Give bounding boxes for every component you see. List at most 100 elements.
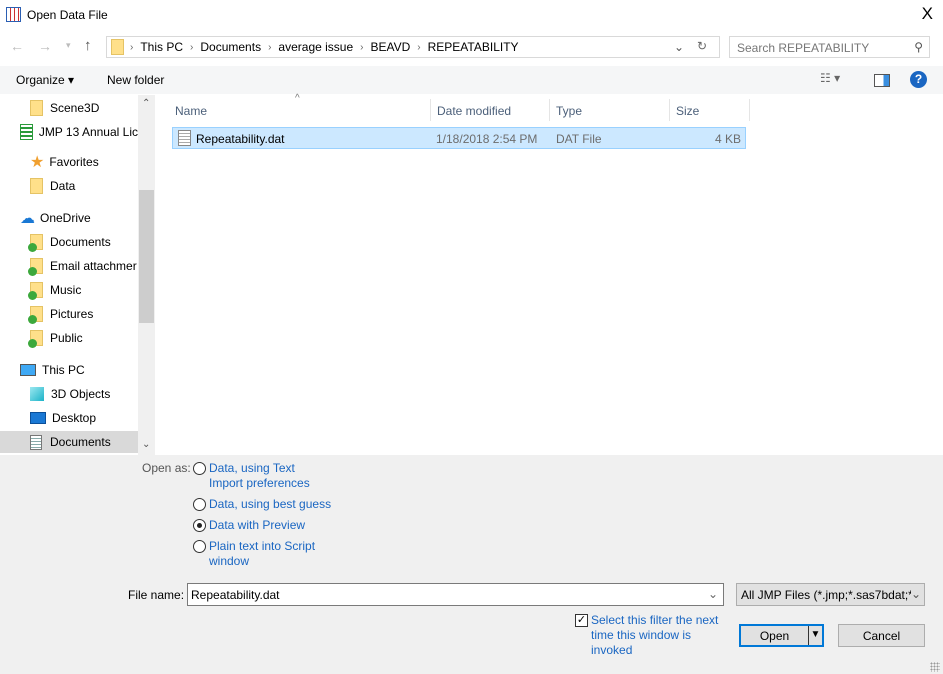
nav-item-label: Favorites	[49, 155, 99, 169]
nav-item-label: Email attachmer	[50, 259, 137, 273]
file-name: Repeatability.dat	[196, 132, 285, 146]
synced-folder-icon	[28, 306, 43, 324]
open-as-option[interactable]: Data, using Text Import preferences	[193, 461, 310, 491]
folder-icon	[111, 39, 124, 55]
option-line-1: Data with Preview	[209, 518, 306, 532]
nav-item-label: OneDrive	[40, 211, 91, 225]
nav-item[interactable]: JMP 13 Annual Lic	[0, 121, 138, 143]
open-as-option[interactable]: Data with Preview	[193, 518, 305, 533]
search-icon: ⚲	[914, 40, 923, 54]
cancel-button[interactable]: Cancel	[838, 624, 925, 647]
nav-item[interactable]: Data	[0, 175, 138, 197]
synced-folder-icon	[28, 258, 43, 276]
nav-item[interactable]: This PC	[0, 359, 138, 381]
preview-pane-icon[interactable]	[874, 74, 890, 87]
view-options-icon[interactable]: ☷ ▾	[820, 71, 840, 85]
onedrive-icon: ☁	[20, 210, 35, 227]
chevron-down-icon[interactable]: ⌄	[674, 40, 684, 54]
nav-item[interactable]: Public	[0, 327, 138, 349]
title-bar: Open Data File X	[0, 0, 943, 30]
remember-line-1: Select this filter the next	[591, 613, 719, 627]
breadcrumb-this-pc[interactable]: This PC	[140, 40, 183, 54]
open-dropdown-icon[interactable]: ▼	[808, 626, 822, 645]
breadcrumb-beavd[interactable]: BEAVD	[370, 40, 410, 54]
nav-item[interactable]: Scene3D	[0, 97, 138, 119]
nav-item[interactable]: Email attachmer	[0, 255, 138, 277]
column-name[interactable]: Name	[169, 99, 431, 121]
synced-folder-icon	[28, 234, 43, 252]
nav-item-label: Public	[50, 331, 83, 345]
radio-button[interactable]	[193, 462, 206, 475]
nav-item-label: 3D Objects	[51, 387, 111, 401]
option-line-2: Import preferences	[209, 476, 310, 490]
radio-button[interactable]	[193, 498, 206, 511]
chevron-down-icon: ⌄	[910, 587, 921, 601]
nav-item-label: JMP 13 Annual Lic	[38, 125, 138, 139]
file-name-value: Repeatability.dat	[191, 588, 280, 602]
search-input[interactable]: Search REPEATABILITY ⚲	[729, 36, 930, 58]
open-as-option[interactable]: Data, using best guess	[193, 497, 331, 512]
3d-objects-icon	[30, 387, 44, 401]
new-folder-button[interactable]: New folder	[107, 73, 164, 87]
remember-line-2: time this window is	[591, 628, 692, 642]
radio-button[interactable]	[193, 519, 206, 532]
column-size[interactable]: Size	[670, 99, 750, 121]
breadcrumb-average-issue[interactable]: average issue	[278, 40, 353, 54]
column-date-modified[interactable]: Date modified	[431, 99, 550, 121]
option-line-1: Data, using best guess	[209, 497, 332, 511]
nav-item[interactable]: Documents	[0, 231, 138, 253]
toolbar: Organize ▾ New folder ☷ ▾ ?	[0, 66, 943, 94]
scroll-down-icon[interactable]: ⌄	[142, 439, 150, 450]
help-icon[interactable]: ?	[910, 71, 927, 88]
remember-filter-checkbox[interactable]: ✓	[575, 614, 588, 627]
recent-dropdown[interactable]: ▾	[66, 40, 71, 51]
desktop-icon	[30, 412, 46, 424]
scroll-up-icon[interactable]: ⌃	[142, 98, 150, 109]
file-type-filter[interactable]: All JMP Files (*.jmp;*.sas7bdat;* ⌄	[736, 583, 925, 606]
file-row[interactable]: Repeatability.dat 1/18/2018 2:54 PM DAT …	[172, 127, 746, 149]
nav-item[interactable]: Music	[0, 279, 138, 301]
up-button[interactable]: ↑	[84, 37, 92, 54]
close-button[interactable]: X	[922, 4, 933, 24]
documents-icon	[30, 434, 42, 450]
organize-button[interactable]: Organize ▾	[16, 73, 74, 87]
forward-button[interactable]: →	[38, 38, 52, 54]
file-name-input[interactable]: Repeatability.dat ⌄	[187, 583, 724, 606]
remember-filter-label[interactable]: Select this filter the next time this wi…	[591, 613, 718, 658]
file-type-value: All JMP Files (*.jmp;*.sas7bdat;*	[741, 588, 913, 602]
nav-item[interactable]: 3D Objects	[0, 383, 138, 405]
back-button[interactable]: ←	[10, 38, 24, 54]
breadcrumb-documents[interactable]: Documents	[200, 40, 261, 54]
remember-line-3: invoked	[591, 643, 633, 657]
nav-item-label: Data	[50, 179, 76, 193]
nav-item[interactable]: ☁ OneDrive	[0, 207, 138, 229]
nav-item[interactable]: Pictures	[0, 303, 138, 325]
nav-item[interactable]: Documents	[0, 431, 138, 453]
nav-scroll-thumb[interactable]	[139, 190, 154, 323]
nav-item-label: This PC	[42, 363, 85, 377]
file-name-label: File name:	[128, 588, 185, 602]
open-button[interactable]: Open ▼	[739, 624, 824, 647]
radio-button[interactable]	[193, 540, 206, 553]
option-line-2: window	[209, 554, 250, 568]
synced-folder-icon	[28, 330, 43, 348]
folder-icon	[30, 178, 43, 194]
nav-item-label: Documents	[50, 435, 111, 449]
nav-item-label: Desktop	[52, 411, 97, 425]
refresh-button[interactable]: ↻	[697, 39, 707, 53]
synced-folder-icon	[28, 282, 43, 300]
column-type[interactable]: Type	[550, 99, 670, 121]
address-bar[interactable]: › This PC › Documents › average issue › BEAV…	[106, 36, 720, 58]
nav-item-label: Pictures	[50, 307, 94, 321]
open-as-option[interactable]: Plain text into Script window	[193, 539, 315, 569]
nav-item[interactable]: ★ Favorites	[0, 151, 138, 173]
search-placeholder: Search REPEATABILITY	[737, 41, 870, 55]
navigation-pane: Scene3D JMP 13 Annual Lic ★ Favorites Data ☁ O…	[0, 95, 155, 455]
star-icon: ★	[30, 154, 45, 171]
nav-item[interactable]: Desktop	[0, 407, 138, 429]
app-icon	[6, 7, 21, 22]
breadcrumb-repeatability[interactable]: REPEATABILITY	[428, 40, 519, 54]
chevron-down-icon[interactable]: ⌄	[708, 587, 718, 601]
folder-icon	[30, 100, 43, 116]
resize-grip[interactable]	[930, 662, 940, 672]
